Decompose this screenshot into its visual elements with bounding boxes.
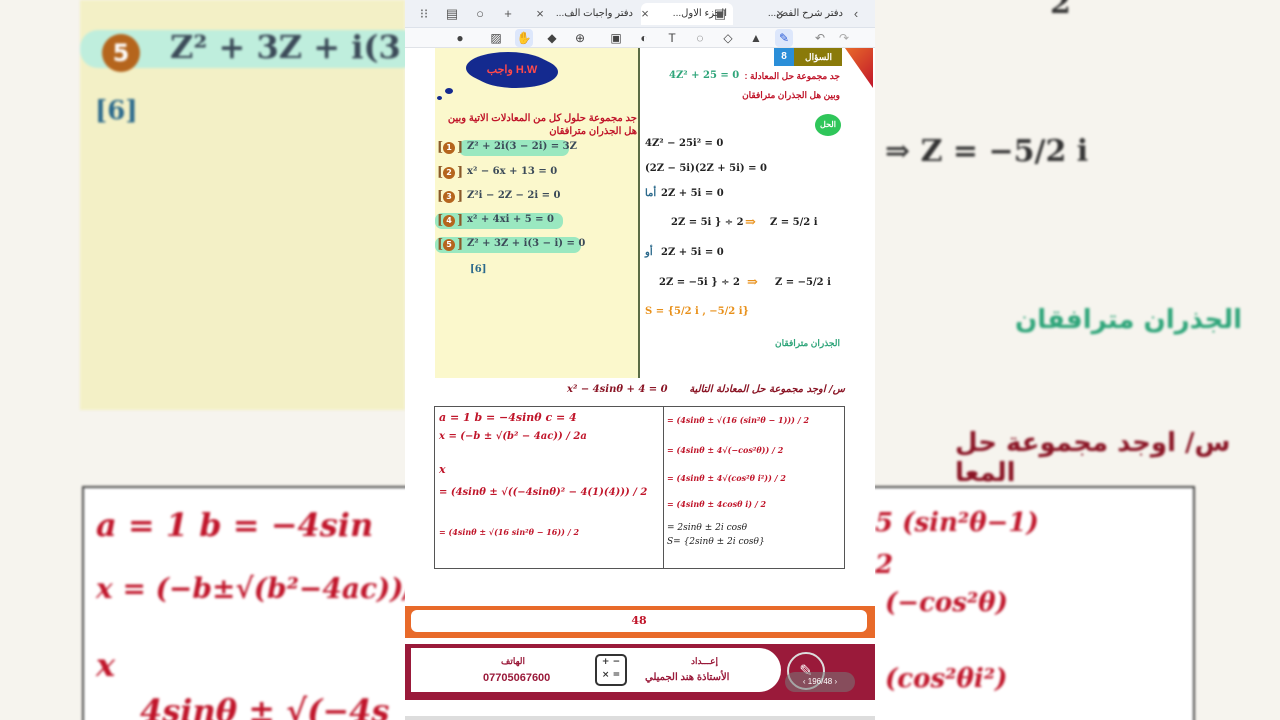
homework-item: [1] Z² + 2i(3 − 2i) = 3Z bbox=[437, 140, 577, 156]
lasso-icon[interactable]: ◌ bbox=[691, 29, 709, 47]
redo-icon[interactable]: ↷ bbox=[835, 29, 853, 47]
quadratic-formula: x = (−b ± √(b² − 4ac)) / 2a bbox=[439, 431, 587, 442]
bg-question: س/ اوجد مجموعة حل المعا bbox=[955, 428, 1231, 488]
tab-icon: ▣ bbox=[713, 6, 727, 21]
background-left-zoom: 5 Z² + 3Z + i(3 − i) [6] a = 1 b = −4sin… bbox=[0, 0, 405, 720]
solution-badge: الحل bbox=[815, 114, 841, 136]
final-solution-set: S= {2sinθ ± 2i cosθ} bbox=[667, 537, 765, 547]
bg-item-number: 5 bbox=[102, 34, 140, 72]
tab-close-icon[interactable]: × bbox=[636, 5, 654, 23]
solution-table: a = 1 b = −4sinθ c = 4 x = (−b ± √(b² − … bbox=[434, 406, 845, 569]
annotation-toolbar: ↷ ↶ ✎ ▲ ◇ ◌ T ◐ ▣ ⊕ ◆ ✋ ▨ ● bbox=[405, 28, 875, 48]
bg-math-formula: x = (−b±√(b²−4ac))/2a bbox=[96, 572, 405, 605]
right-step-3: = (4sinθ ± 4√(cos²θ i²)) / 2 bbox=[667, 473, 786, 483]
right-step-5: = 2sinθ ± 2i cosθ bbox=[667, 523, 748, 533]
add-tab-icon[interactable]: + bbox=[499, 5, 517, 23]
step-3: 2Z + 5i = 0 bbox=[661, 188, 724, 199]
grid-icon[interactable]: ⁝⁝ bbox=[415, 5, 433, 23]
bg-math-r4: (cos²θi²) bbox=[885, 664, 1008, 694]
sidebar-icon[interactable]: ▤ bbox=[443, 5, 461, 23]
tab-1[interactable]: دفتر شرح الفص... bbox=[768, 3, 843, 25]
implies-arrow: ⇒ bbox=[745, 215, 756, 230]
question-number: 8 bbox=[774, 48, 794, 66]
ruler-icon[interactable]: ▨ bbox=[487, 29, 505, 47]
phone-number: 07705067600 bbox=[483, 672, 551, 684]
bg-conjugate-text: الجذران مترافقان bbox=[1015, 305, 1243, 335]
bg-math-r1: 5 (sin²θ−1) bbox=[875, 508, 1039, 538]
page-navigator[interactable]: ‹ 196/48 › bbox=[785, 672, 855, 692]
step-2: (2Z − 5i)(2Z + 5i) = 0 bbox=[645, 163, 767, 174]
implies-arrow: ⇒ bbox=[747, 275, 758, 290]
substitution: = (4sinθ ± √((−4sinθ)² − 4(1)(4))) / 2 bbox=[439, 487, 648, 498]
hand-icon[interactable]: ✋ bbox=[515, 29, 533, 47]
bg-math-x: x bbox=[96, 646, 116, 684]
search-icon[interactable]: ○ bbox=[471, 5, 489, 23]
teacher-name: الأستاذة هند الجميلي bbox=[645, 672, 730, 683]
page-number-bar: 48 bbox=[405, 606, 875, 638]
pen-icon[interactable]: ✎ bbox=[775, 29, 793, 47]
homework-item: [5] Z² + 3Z + i(3 − i) = 0 bbox=[435, 237, 586, 253]
bg-math-r3: (−cos²θ) bbox=[885, 588, 1008, 618]
tab-bar: ‹ دفتر شرح الفص... × الجزء الاول... ▣ × … bbox=[405, 0, 875, 28]
question-text: جد مجموعة حل المعادلة : bbox=[744, 71, 840, 81]
tablet-screen: ‹ دفتر شرح الفص... × الجزء الاول... ▣ × … bbox=[405, 0, 875, 720]
bg-root-result: ⇒ Z = −5/2 i bbox=[885, 134, 1089, 169]
tab-close-icon[interactable]: × bbox=[771, 5, 789, 23]
bg-extra: [6] bbox=[95, 96, 138, 126]
bg-math-coeffs: a = 1 b = −4sin bbox=[96, 506, 374, 544]
calculator-icon: + − × = bbox=[595, 654, 627, 686]
zoom-icon[interactable]: ⊕ bbox=[571, 29, 589, 47]
text-box-icon[interactable]: T bbox=[663, 29, 681, 47]
homework-panel: واجب H.W جد مجموعة حلول كل من المعادلات … bbox=[435, 48, 640, 378]
phone-label: الهاتف bbox=[501, 656, 525, 666]
bg-equation: Z² + 3Z + i(3 − i) bbox=[170, 28, 405, 66]
right-step-1: = (4sinθ ± √(16 (sin²θ − 1))) / 2 bbox=[667, 415, 810, 425]
conclusion-text: الجذران مترافقان bbox=[775, 338, 840, 348]
page-number: 48 bbox=[411, 610, 867, 632]
homework-item: [4] x² + 4xi + 5 = 0 bbox=[435, 213, 637, 229]
question2-equation: x² − 4sinθ + 4 = 0 bbox=[567, 384, 668, 395]
step-4: 2Z = 5i } ÷ 2 bbox=[671, 217, 744, 228]
question-subtext: وبين هل الجذران مترافقان bbox=[742, 90, 840, 100]
background-right-zoom: 2 ⇒ Z = −5/2 i الجذران مترافقان س/ اوجد … bbox=[875, 0, 1280, 720]
homework-extra: [6] bbox=[470, 264, 487, 275]
highlighter-icon[interactable]: ▲ bbox=[747, 29, 765, 47]
homework-badge: واجب H.W bbox=[470, 54, 554, 86]
coefficients: a = 1 b = −4sinθ c = 4 bbox=[439, 411, 577, 424]
back-arrow-icon[interactable]: ‹ bbox=[847, 5, 865, 23]
shape-icon[interactable]: ◐ bbox=[635, 29, 653, 47]
document-page[interactable]: واجب H.W جد مجموعة حلول كل من المعادلات … bbox=[405, 48, 875, 720]
image-icon[interactable]: ▣ bbox=[607, 29, 625, 47]
step-8: Z = −5/2 i bbox=[775, 277, 831, 288]
tab-close-icon[interactable]: × bbox=[531, 5, 549, 23]
right-step-2: = (4sinθ ± 4√(−cos²θ)) / 2 bbox=[667, 445, 784, 455]
homework-item: [2] x² − 6x + 13 = 0 bbox=[437, 165, 558, 180]
corner-decoration bbox=[845, 48, 873, 88]
mic-icon[interactable]: ● bbox=[451, 29, 469, 47]
step-6: 2Z + 5i = 0 bbox=[661, 247, 724, 258]
step-7: 2Z = −5i } ÷ 2 bbox=[659, 277, 740, 288]
fill-icon[interactable]: ◆ bbox=[543, 29, 561, 47]
homework-title: جد مجموعة حلول كل من المعادلات الاتية وب… bbox=[447, 113, 637, 137]
step-5: Z = 5/2 i bbox=[770, 217, 818, 228]
eraser-icon[interactable]: ◇ bbox=[719, 29, 737, 47]
bg-denominator: 2 bbox=[1050, 0, 1071, 21]
bottom-strip bbox=[405, 716, 875, 720]
either-label: أما bbox=[645, 188, 657, 199]
step-1: 4Z² − 25i² = 0 bbox=[645, 138, 724, 149]
simplification: = (4sinθ ± √(16 sin²θ − 16)) / 2 bbox=[439, 527, 580, 537]
bg-math-sub: 4sinθ ± √(−4s bbox=[140, 692, 390, 720]
bg-math-r2: 2 bbox=[875, 550, 894, 580]
right-step-4: = (4sinθ ± 4cosθ i) / 2 bbox=[667, 499, 767, 509]
or-label: أو bbox=[645, 247, 653, 258]
homework-item: [3] Z²i − 2Z − 2i = 0 bbox=[437, 189, 561, 204]
x-label: x bbox=[439, 463, 446, 476]
undo-icon[interactable]: ↶ bbox=[811, 29, 829, 47]
solution-set: S = {5/2 i , −5/2 i} bbox=[645, 306, 749, 317]
question-equation: 4Z² + 25 = 0 bbox=[669, 70, 740, 81]
prepared-by-label: إعـــداد bbox=[691, 656, 719, 666]
